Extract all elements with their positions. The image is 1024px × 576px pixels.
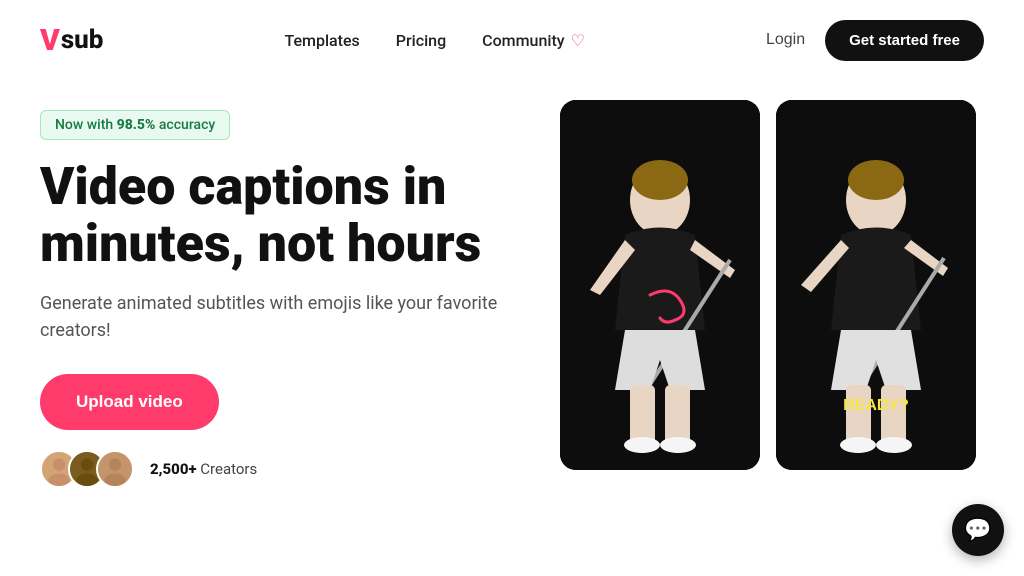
badge-suffix: accuracy	[155, 117, 215, 133]
avatars	[40, 450, 124, 488]
logo-v: V	[40, 23, 60, 58]
hero-subtitle: Generate animated subtitles with emojis …	[40, 290, 520, 344]
video-bg-2: READY?	[776, 100, 976, 470]
nav-link-templates[interactable]: Templates	[284, 31, 359, 50]
login-button[interactable]: Login	[766, 31, 805, 49]
hero-title: Video captions in minutes, not hours	[40, 158, 520, 272]
badge-prefix: Now with	[55, 117, 117, 133]
chat-icon: 💬	[964, 518, 991, 543]
upload-video-button[interactable]: Upload video	[40, 374, 219, 430]
navbar: V sub Templates Pricing Community ♡ Logi…	[0, 0, 1024, 80]
video-card-2: READY?	[776, 100, 976, 470]
chat-button[interactable]: 💬	[952, 504, 1004, 556]
creators-label-text: Creators	[200, 460, 257, 478]
logo[interactable]: V sub	[40, 23, 103, 58]
video-card-1	[560, 100, 760, 470]
logo-text: sub	[61, 25, 104, 55]
heart-icon: ♡	[571, 31, 585, 50]
nav-links: Templates Pricing Community ♡	[284, 31, 585, 50]
accuracy-badge: Now with 98.5% accuracy	[40, 110, 230, 140]
hero-left: Now with 98.5% accuracy Video captions i…	[40, 100, 520, 488]
video-bg-1	[560, 100, 760, 470]
hero-section: Now with 98.5% accuracy Video captions i…	[0, 80, 1024, 488]
badge-accent: 98.5%	[117, 117, 156, 133]
avatar-3	[96, 450, 134, 488]
community-label: Community	[482, 31, 564, 50]
creators-count: 2,500+	[150, 460, 197, 478]
nav-right: Login Get started free	[766, 20, 984, 61]
nav-link-pricing[interactable]: Pricing	[396, 31, 446, 50]
creators-row: 2,500+ Creators	[40, 450, 520, 488]
nav-link-community[interactable]: Community ♡	[482, 31, 585, 50]
svg-text:READY?: READY?	[843, 397, 909, 414]
hero-right: READY?	[520, 100, 976, 488]
get-started-button[interactable]: Get started free	[825, 20, 984, 61]
creators-text: 2,500+ Creators	[150, 460, 257, 478]
